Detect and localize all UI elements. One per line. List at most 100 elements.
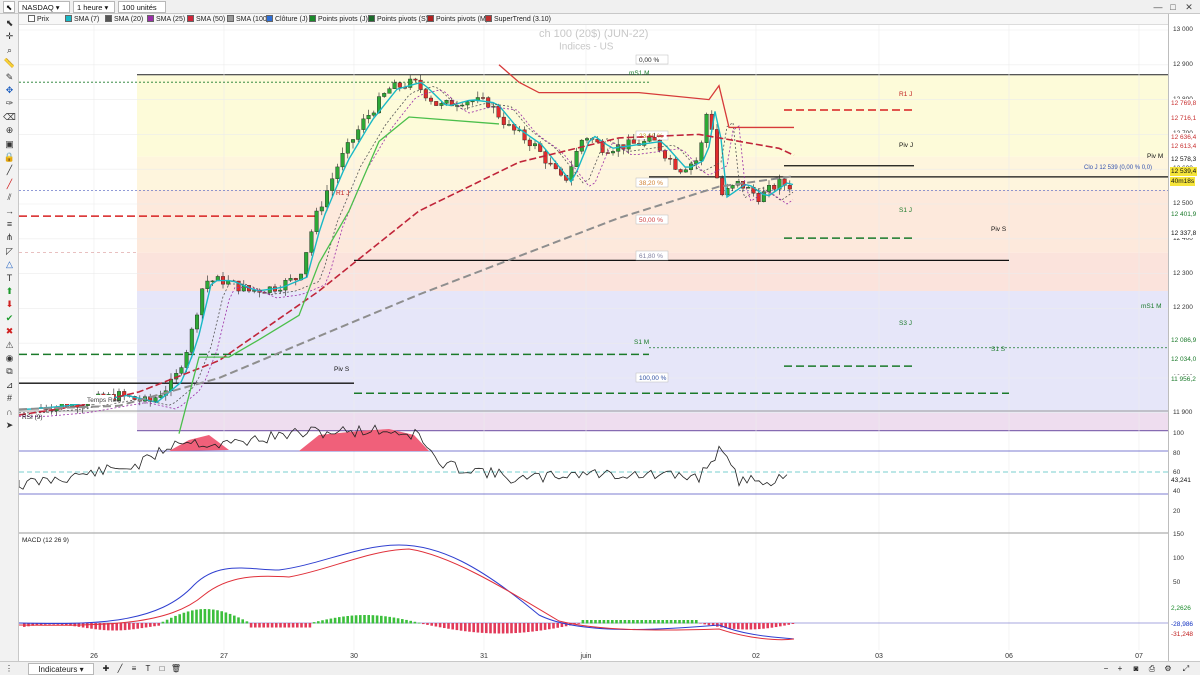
- legend-item[interactable]: SuperTrend (3.10): [485, 15, 551, 24]
- magnet2-icon[interactable]: ∩: [3, 406, 16, 419]
- legend-item[interactable]: SMA (25): [147, 15, 185, 24]
- symbol-selector[interactable]: NASDAQ ▾: [18, 1, 70, 13]
- legend-item[interactable]: Points pivots (J): [309, 15, 368, 24]
- restore-icon[interactable]: □: [1167, 1, 1179, 13]
- bottom-bar: ⋮ Indicateurs ▾ ✚ ╱ ≡ T □ 🗑 − + ◙ ⎙ ⚙ ⤢: [0, 661, 1200, 675]
- pointer-icon[interactable]: ➤: [3, 419, 16, 432]
- time-axis-label: juin: [580, 653, 592, 660]
- zoom-out-icon[interactable]: −: [1100, 663, 1112, 675]
- hash-icon[interactable]: #: [3, 392, 16, 405]
- close-icon[interactable]: ✕: [1183, 1, 1195, 13]
- menu-icon[interactable]: ⋮: [3, 663, 15, 675]
- legend-item[interactable]: Points pivots (S): [368, 15, 428, 24]
- price-tag: 12 769,8: [1170, 99, 1198, 108]
- macd-bar: [606, 620, 610, 624]
- macd-bar: [317, 621, 320, 624]
- trash-icon[interactable]: 🗑: [170, 663, 182, 675]
- eraser-icon[interactable]: ⌫: [3, 111, 16, 124]
- candle-body: [772, 185, 777, 190]
- arrow-up-icon[interactable]: ⬆: [3, 285, 16, 298]
- cursor-icon[interactable]: ⬉: [3, 1, 15, 13]
- legend-item[interactable]: Prix: [28, 15, 49, 24]
- text-icon[interactable]: T: [3, 272, 16, 285]
- pitchfork-icon[interactable]: ⋔: [3, 231, 16, 244]
- price-tag: 12 716,1: [1170, 114, 1198, 123]
- cursor-icon[interactable]: ⬉: [3, 17, 16, 30]
- zoom-icon[interactable]: ⌕: [3, 44, 16, 57]
- macd-bar: [577, 623, 580, 624]
- candle-body: [413, 78, 418, 81]
- legend-label: SMA (50): [196, 16, 226, 23]
- lock-icon[interactable]: 🔒: [3, 151, 16, 164]
- stats-icon[interactable]: ⊿: [3, 379, 16, 392]
- camera-icon[interactable]: ◙: [1130, 663, 1142, 675]
- units-selector[interactable]: 100 unités ▾: [118, 1, 166, 24]
- candle-body: [418, 79, 423, 90]
- shape-tool-icon[interactable]: □: [156, 663, 168, 675]
- cursor-tool-icon[interactable]: ✚: [100, 663, 112, 675]
- macd-bar: [543, 623, 547, 630]
- fib-zone: [137, 75, 1168, 157]
- crosshair-icon[interactable]: ✛: [3, 30, 16, 43]
- settings-icon[interactable]: ⚙: [1162, 663, 1174, 675]
- pivot-label: S1 S: [991, 346, 1006, 353]
- triangle-icon[interactable]: △: [3, 258, 16, 271]
- pivot-label: S1 J: [899, 207, 912, 214]
- price-axis-label: 11 900: [1173, 408, 1193, 416]
- price-chart[interactable]: ch 100 (20$) (JUN-22)Indices - US R1 J Piv…: [19, 25, 1168, 661]
- macd-bar: [224, 612, 228, 624]
- channel-icon[interactable]: ⫽: [3, 191, 16, 204]
- candle-body: [205, 280, 210, 289]
- eye-icon[interactable]: ◉: [3, 352, 16, 365]
- print-icon[interactable]: ⎙: [1146, 663, 1158, 675]
- candle-body: [325, 190, 330, 208]
- macd-bar: [287, 623, 291, 628]
- candle-body: [579, 139, 584, 152]
- macd-bar: [464, 623, 467, 632]
- trend-line-icon[interactable]: ╱: [3, 164, 16, 177]
- fibo-tool-icon[interactable]: ≡: [128, 663, 140, 675]
- timeframe-selector[interactable]: 1 heure ▾: [73, 1, 115, 13]
- pencil-icon[interactable]: ✎: [3, 71, 16, 84]
- indicators-button[interactable]: Indicateurs ▾: [28, 663, 94, 675]
- layers-icon[interactable]: ⧉: [3, 365, 16, 378]
- fullscreen-icon[interactable]: ⤢: [1180, 663, 1192, 675]
- macd-bar: [212, 609, 215, 624]
- fib-label: 38,20 %: [639, 180, 663, 187]
- minimize-icon[interactable]: —: [1152, 1, 1164, 13]
- line-tool-icon[interactable]: ╱: [114, 663, 126, 675]
- fibo-icon[interactable]: ≡: [3, 218, 16, 231]
- line-red-icon[interactable]: ╱: [3, 178, 16, 191]
- arrow-down-icon[interactable]: ⬇: [3, 298, 16, 311]
- pen-icon[interactable]: ✑: [3, 97, 16, 110]
- time-axis-label: 27: [220, 653, 228, 660]
- ruler-icon[interactable]: 📏: [3, 57, 16, 70]
- check-icon[interactable]: ✔: [3, 312, 16, 325]
- legend-item[interactable]: Clôture (J): [266, 15, 308, 24]
- legend-item[interactable]: SMA (50): [187, 15, 225, 24]
- macd-bar: [115, 623, 118, 631]
- macd-bar: [245, 621, 249, 624]
- cube-icon[interactable]: ▣: [3, 138, 16, 151]
- candle-body: [720, 177, 725, 196]
- cross-icon[interactable]: ✖: [3, 325, 16, 338]
- magnet-icon[interactable]: ⊕: [3, 124, 16, 137]
- candle-body: [439, 103, 444, 106]
- legend-item[interactable]: Points pivots (M): [427, 15, 488, 24]
- candle-body: [330, 178, 335, 191]
- warning-icon[interactable]: ⚠: [3, 339, 16, 352]
- macd-bar: [178, 614, 181, 624]
- text-tool-icon[interactable]: T: [142, 663, 154, 675]
- arrow-icon[interactable]: →: [3, 205, 16, 218]
- legend-item[interactable]: SMA (100): [227, 15, 269, 24]
- candle-body: [335, 166, 340, 179]
- move-icon[interactable]: ✥: [3, 84, 16, 97]
- legend-item[interactable]: SMA (7): [65, 15, 99, 24]
- legend-item[interactable]: SMA (20): [105, 15, 143, 24]
- gann-icon[interactable]: ◸: [3, 245, 16, 258]
- candle-body: [585, 138, 590, 141]
- candle-body: [189, 328, 194, 353]
- macd-bar: [623, 620, 627, 624]
- zoom-in-icon[interactable]: +: [1114, 663, 1126, 675]
- price-axis: 13 00012 90012 80012 70012 60012 50012 4…: [1168, 14, 1200, 661]
